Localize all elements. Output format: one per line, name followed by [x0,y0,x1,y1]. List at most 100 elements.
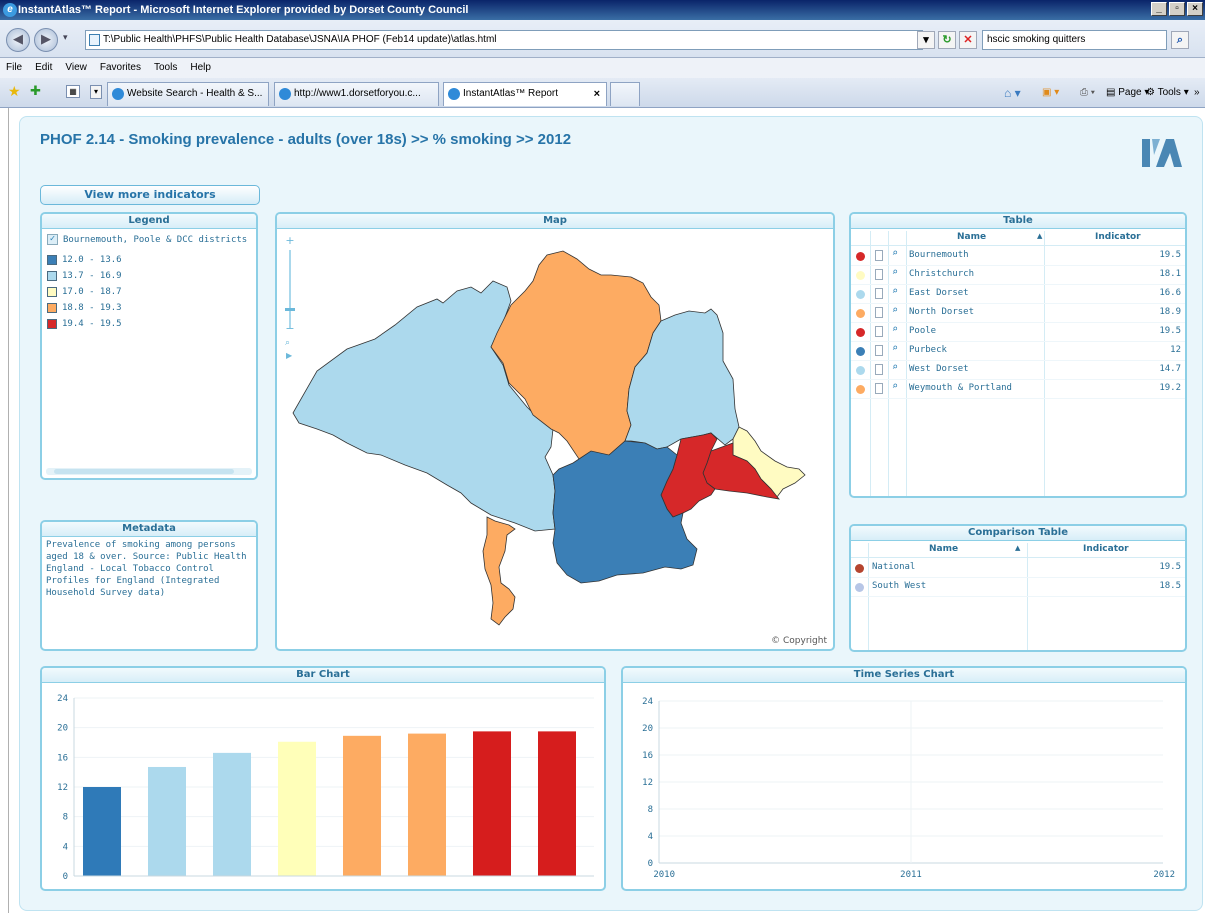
bar[interactable] [148,766,186,876]
tab-instantatlas[interactable]: InstantAtlas™ Report × [443,82,607,106]
indicator-column-header[interactable]: Indicator [1095,232,1141,242]
row-color-dot [856,385,865,394]
legend-swatch [47,303,57,313]
address-input[interactable]: T:\Public Health\PHFS\Public Health Data… [85,30,923,50]
refresh-button[interactable]: ↻ [938,31,956,49]
row-name: Weymouth & Portland [909,383,1012,393]
y-tick-label: 12 [642,778,653,788]
close-window-button[interactable]: × [1187,2,1203,16]
name-column-header[interactable]: Name [929,544,958,554]
table-row[interactable]: ⌕ Poole 19.5 [851,323,1185,342]
bar-chart: 0 4 8 12 16 20 24 [57,694,594,882]
comparison-row[interactable]: National 19.5 [851,559,1185,578]
document-icon[interactable] [875,269,883,280]
table-row[interactable]: ⌕ Purbeck 12 [851,342,1185,361]
view-more-indicators-button[interactable]: View more indicators [40,185,260,205]
map-region-weymouth-portland[interactable] [482,516,516,626]
feeds-icon[interactable]: ▣ ▾ [1042,84,1059,102]
table-row[interactable]: ⌕ North Dorset 18.9 [851,304,1185,323]
zoom-to-icon[interactable]: ⌕ [892,248,898,259]
name-column-header[interactable]: Name [957,232,986,242]
table-row[interactable]: ⌕ Bournemouth 19.5 [851,247,1185,266]
quick-tabs-icon[interactable]: ▦ [66,85,80,98]
layer-checkbox[interactable]: ✓ [47,234,58,245]
scrollbar-thumb[interactable] [54,469,234,474]
sort-ascending-icon[interactable]: ▲ [1015,544,1020,552]
document-icon[interactable] [875,364,883,375]
bar[interactable] [343,735,381,876]
history-dropdown-icon[interactable]: ▾ [63,33,68,43]
table-row[interactable]: ⌕ Christchurch 18.1 [851,266,1185,285]
time-series-chart: 0 4 8 12 16 20 24 2010 2011 2012 [642,697,1175,880]
y-tick-label: 24 [642,697,653,707]
legend-layer-row[interactable]: ✓ Bournemouth, Poole & DCC districts [47,234,247,245]
print-icon[interactable]: ⎙ ▾ [1080,84,1095,102]
address-dropdown-button[interactable]: ▾ [917,31,935,49]
add-favorite-icon[interactable]: ✚ [30,83,41,99]
zoom-to-icon[interactable]: ⌕ [892,362,898,373]
tab-dorsetforyou[interactable]: http://www1.dorsetforyou.c... [274,82,439,106]
menu-favorites[interactable]: Favorites [100,58,141,78]
row-color-dot [856,309,865,318]
y-tick-label: 24 [57,694,68,704]
table-row[interactable]: ⌕ East Dorset 16.6 [851,285,1185,304]
y-tick-label: 16 [642,751,653,761]
legend-class: 19.4 - 19.5 [47,319,122,329]
home-icon[interactable]: ⌂ ▾ [1004,84,1021,102]
maximize-button[interactable]: ▫ [1169,2,1185,16]
tab-list-button[interactable]: ▾ [90,85,102,99]
document-icon[interactable] [875,345,883,356]
close-tab-icon[interactable]: × [594,83,600,105]
menu-edit[interactable]: Edit [35,58,52,78]
tools-menu[interactable]: ⚙ Tools ▾ [1146,84,1189,102]
bar[interactable] [473,731,511,876]
document-icon[interactable] [875,307,883,318]
bar[interactable] [538,731,576,876]
zoom-to-icon[interactable]: ⌕ [892,381,898,392]
zoom-to-icon[interactable]: ⌕ [892,343,898,354]
zoom-to-icon[interactable]: ⌕ [892,305,898,316]
page-menu[interactable]: ▤ Page ▾ [1106,84,1149,102]
legend-title: Legend [42,214,256,229]
document-icon[interactable] [875,250,883,261]
search-input[interactable]: hscic smoking quitters [982,30,1167,50]
bar[interactable] [213,752,251,876]
address-value: T:\Public Health\PHFS\Public Health Data… [103,34,497,45]
sort-ascending-icon[interactable]: ▲ [1037,232,1042,240]
document-icon[interactable] [875,383,883,394]
tab-website-search[interactable]: Website Search - Health & S... [107,82,269,106]
new-tab-button[interactable] [610,82,640,106]
document-icon[interactable] [875,288,883,299]
table-row[interactable]: ⌕ Weymouth & Portland 19.2 [851,380,1185,399]
menu-help[interactable]: Help [190,58,211,78]
row-name: Poole [909,326,937,336]
menu-view[interactable]: View [65,58,87,78]
map-copyright[interactable]: © Copyright [771,636,827,646]
search-button[interactable]: ⌕ [1171,31,1189,49]
forward-button[interactable]: ▶ [34,28,58,52]
row-value: 14.7 [1159,364,1181,374]
chevron-more-icon[interactable]: » [1194,84,1200,102]
indicator-column-header[interactable]: Indicator [1083,544,1129,554]
minimize-button[interactable]: _ [1151,2,1167,16]
bar[interactable] [408,733,446,876]
stop-button[interactable]: ✕ [959,31,977,49]
y-tick-label: 20 [57,724,68,734]
table-row[interactable]: ⌕ West Dorset 14.7 [851,361,1185,380]
favorites-star-icon[interactable]: ★ [8,83,21,100]
comparison-row[interactable]: South West 18.5 [851,578,1185,597]
menu-file[interactable]: File [6,58,22,78]
y-tick-label: 16 [57,753,68,763]
document-icon[interactable] [875,326,883,337]
legend-panel: Legend ✓ Bournemouth, Poole & DCC distri… [40,212,258,480]
ie-page-icon [448,88,460,100]
menu-tools[interactable]: Tools [154,58,177,78]
menu-bar: File Edit View Favorites Tools Help [0,58,1205,78]
back-button[interactable]: ◀ [6,28,30,52]
zoom-to-icon[interactable]: ⌕ [892,324,898,335]
bar[interactable] [278,741,316,876]
zoom-to-icon[interactable]: ⌕ [892,267,898,278]
legend-scrollbar[interactable] [46,468,252,475]
bar[interactable] [83,787,121,876]
zoom-to-icon[interactable]: ⌕ [892,286,898,297]
